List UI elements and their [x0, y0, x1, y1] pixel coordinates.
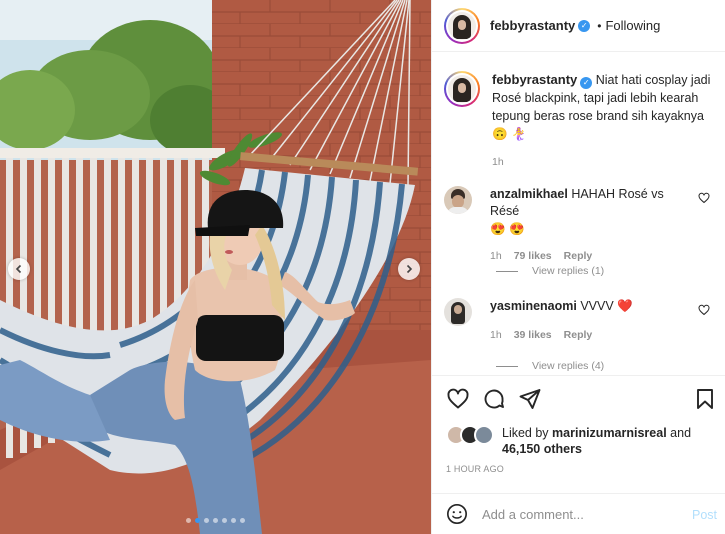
carousel-dot — [186, 518, 191, 523]
carousel-dot — [213, 518, 218, 523]
caption-time: 1h — [492, 156, 504, 168]
likes-count[interactable]: 46,150 others — [502, 442, 582, 456]
liker-avatars — [446, 425, 498, 445]
comment-icon[interactable] — [482, 387, 506, 411]
post-modal: febbyrastanty ✓ • Following febbyrastant… — [0, 0, 725, 534]
heart-icon[interactable] — [446, 387, 470, 411]
commenter-avatar[interactable] — [444, 186, 472, 214]
carousel-next-button[interactable] — [398, 258, 420, 280]
comment-text: VVVV — [580, 299, 614, 313]
liked-by-prefix: Liked by — [502, 426, 549, 440]
reply-button[interactable]: Reply — [564, 327, 593, 344]
comment-like-heart-icon[interactable] — [698, 304, 710, 316]
commenter-avatar[interactable] — [444, 298, 472, 326]
carousel-indicator — [186, 518, 245, 523]
emoji-icon[interactable] — [446, 503, 468, 525]
carousel-dot — [222, 518, 227, 523]
liked-by-username[interactable]: marinizumarnisreal — [552, 426, 667, 440]
carousel-prev-button[interactable] — [8, 258, 30, 280]
comment-emoji: ❤️ — [617, 299, 633, 313]
view-replies-label: View replies (1) — [532, 265, 605, 277]
caption-author-avatar[interactable] — [444, 71, 480, 107]
post-header: febbyrastanty ✓ • Following — [432, 0, 725, 52]
verified-badge-icon: ✓ — [578, 19, 591, 32]
bookmark-icon[interactable] — [693, 387, 717, 411]
verified-badge-icon: ✓ — [580, 77, 593, 89]
carousel-dot — [195, 518, 200, 523]
post-comment-button[interactable]: Post — [692, 508, 717, 522]
caption: febbyrastanty ✓ Niat hati cosplay jadi Ro… — [432, 53, 725, 171]
following-button[interactable]: Following — [605, 18, 660, 33]
comment-like-heart-icon[interactable] — [698, 192, 710, 204]
comment-emoji: 😍 😍 — [490, 222, 525, 236]
view-replies-button[interactable]: View replies (4) — [496, 360, 604, 372]
caption-username[interactable]: febbyrastanty — [492, 72, 577, 87]
liked-by-summary: Liked by marinizumarnisreal and 46,150 o… — [446, 425, 691, 457]
paper-plane-icon[interactable] — [518, 387, 542, 411]
comment-time: 1h — [490, 329, 502, 341]
view-replies-button[interactable]: View replies (1) — [496, 265, 604, 277]
photo-scene — [0, 0, 431, 534]
carousel-dot — [231, 518, 236, 523]
reply-button[interactable]: Reply — [564, 248, 593, 265]
post-actions: Liked by marinizumarnisreal and 46,150 o… — [432, 375, 725, 474]
comments-section[interactable]: febbyrastanty ✓ Niat hati cosplay jadi Ro… — [432, 53, 725, 375]
liked-by-and: and — [670, 426, 692, 440]
post-image[interactable] — [0, 0, 431, 534]
comment-composer: Post — [432, 493, 725, 534]
comment-username[interactable]: anzalmikhael — [490, 187, 568, 201]
comment-input[interactable] — [482, 506, 672, 522]
comment-likes[interactable]: 79 likes — [514, 248, 552, 265]
chevron-left-icon — [15, 264, 22, 274]
author-username[interactable]: febbyrastanty — [490, 18, 575, 33]
comment-time: 1h — [490, 250, 502, 262]
post-side-panel: febbyrastanty ✓ • Following febbyrastant… — [431, 0, 725, 534]
chevron-right-icon — [406, 264, 413, 274]
comment-item: yasminenaomi VVVV ❤️ 1h 39 likes Reply — [444, 298, 716, 344]
view-replies-label: View replies (4) — [532, 360, 605, 372]
header-separator: • — [597, 18, 602, 33]
comment-likes[interactable]: 39 likes — [514, 327, 552, 344]
author-avatar[interactable] — [444, 7, 480, 44]
carousel-dot — [204, 518, 209, 523]
liker-avatar — [474, 425, 494, 445]
comment-username[interactable]: yasminenaomi — [490, 299, 577, 313]
post-timestamp[interactable]: 1 HOUR AGO — [446, 464, 504, 474]
comment-item: anzalmikhael HAHAH Rosé vs Résé 😍 😍 1h 7… — [444, 186, 716, 265]
carousel-dot — [240, 518, 245, 523]
